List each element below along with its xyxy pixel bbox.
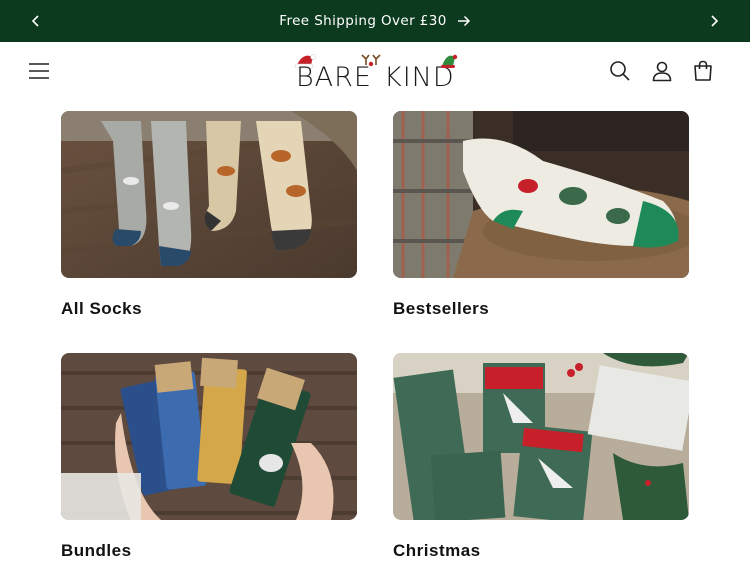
account-button[interactable] xyxy=(651,60,673,82)
account-icon xyxy=(652,61,672,82)
menu-button[interactable] xyxy=(28,61,50,81)
announcement-bar: Free Shipping Over £30 xyxy=(0,0,750,42)
collection-card-bundles[interactable]: Bundles xyxy=(61,353,357,563)
arrow-right-icon xyxy=(457,15,470,27)
announcement-link[interactable]: Free Shipping Over £30 xyxy=(279,13,470,29)
chevron-right-icon xyxy=(711,15,719,27)
logo[interactable]: BARE KIND xyxy=(292,50,462,94)
collection-image-bundles[interactable] xyxy=(61,353,357,520)
collection-title-christmas[interactable]: Christmas xyxy=(393,541,481,561)
logo-text-bare: BARE xyxy=(296,62,372,93)
collection-image-all-socks[interactable] xyxy=(61,111,357,278)
collection-card-bestsellers[interactable]: Bestsellers xyxy=(393,111,689,326)
antlers-icon xyxy=(361,54,381,66)
collection-image-christmas[interactable] xyxy=(393,353,689,520)
elf-hat-icon xyxy=(441,54,458,68)
cart-icon xyxy=(694,60,712,81)
collection-card-christmas[interactable]: Christmas xyxy=(393,353,689,563)
collection-image-bestsellers[interactable] xyxy=(393,111,689,278)
announcement-next-button[interactable] xyxy=(694,0,734,42)
chevron-left-icon xyxy=(31,15,39,27)
site-header: BARE KIND xyxy=(0,42,750,100)
cart-button[interactable] xyxy=(692,60,714,82)
search-button[interactable] xyxy=(609,60,631,82)
announcement-prev-button[interactable] xyxy=(16,0,56,42)
menu-icon xyxy=(29,63,49,79)
collection-title-bestsellers[interactable]: Bestsellers xyxy=(393,299,489,319)
collection-title-bundles[interactable]: Bundles xyxy=(61,541,132,561)
announcement-text: Free Shipping Over £30 xyxy=(279,13,447,29)
search-icon xyxy=(610,61,630,81)
collection-title-all-socks[interactable]: All Socks xyxy=(61,299,142,319)
collection-card-all-socks[interactable]: All Socks xyxy=(61,111,357,326)
